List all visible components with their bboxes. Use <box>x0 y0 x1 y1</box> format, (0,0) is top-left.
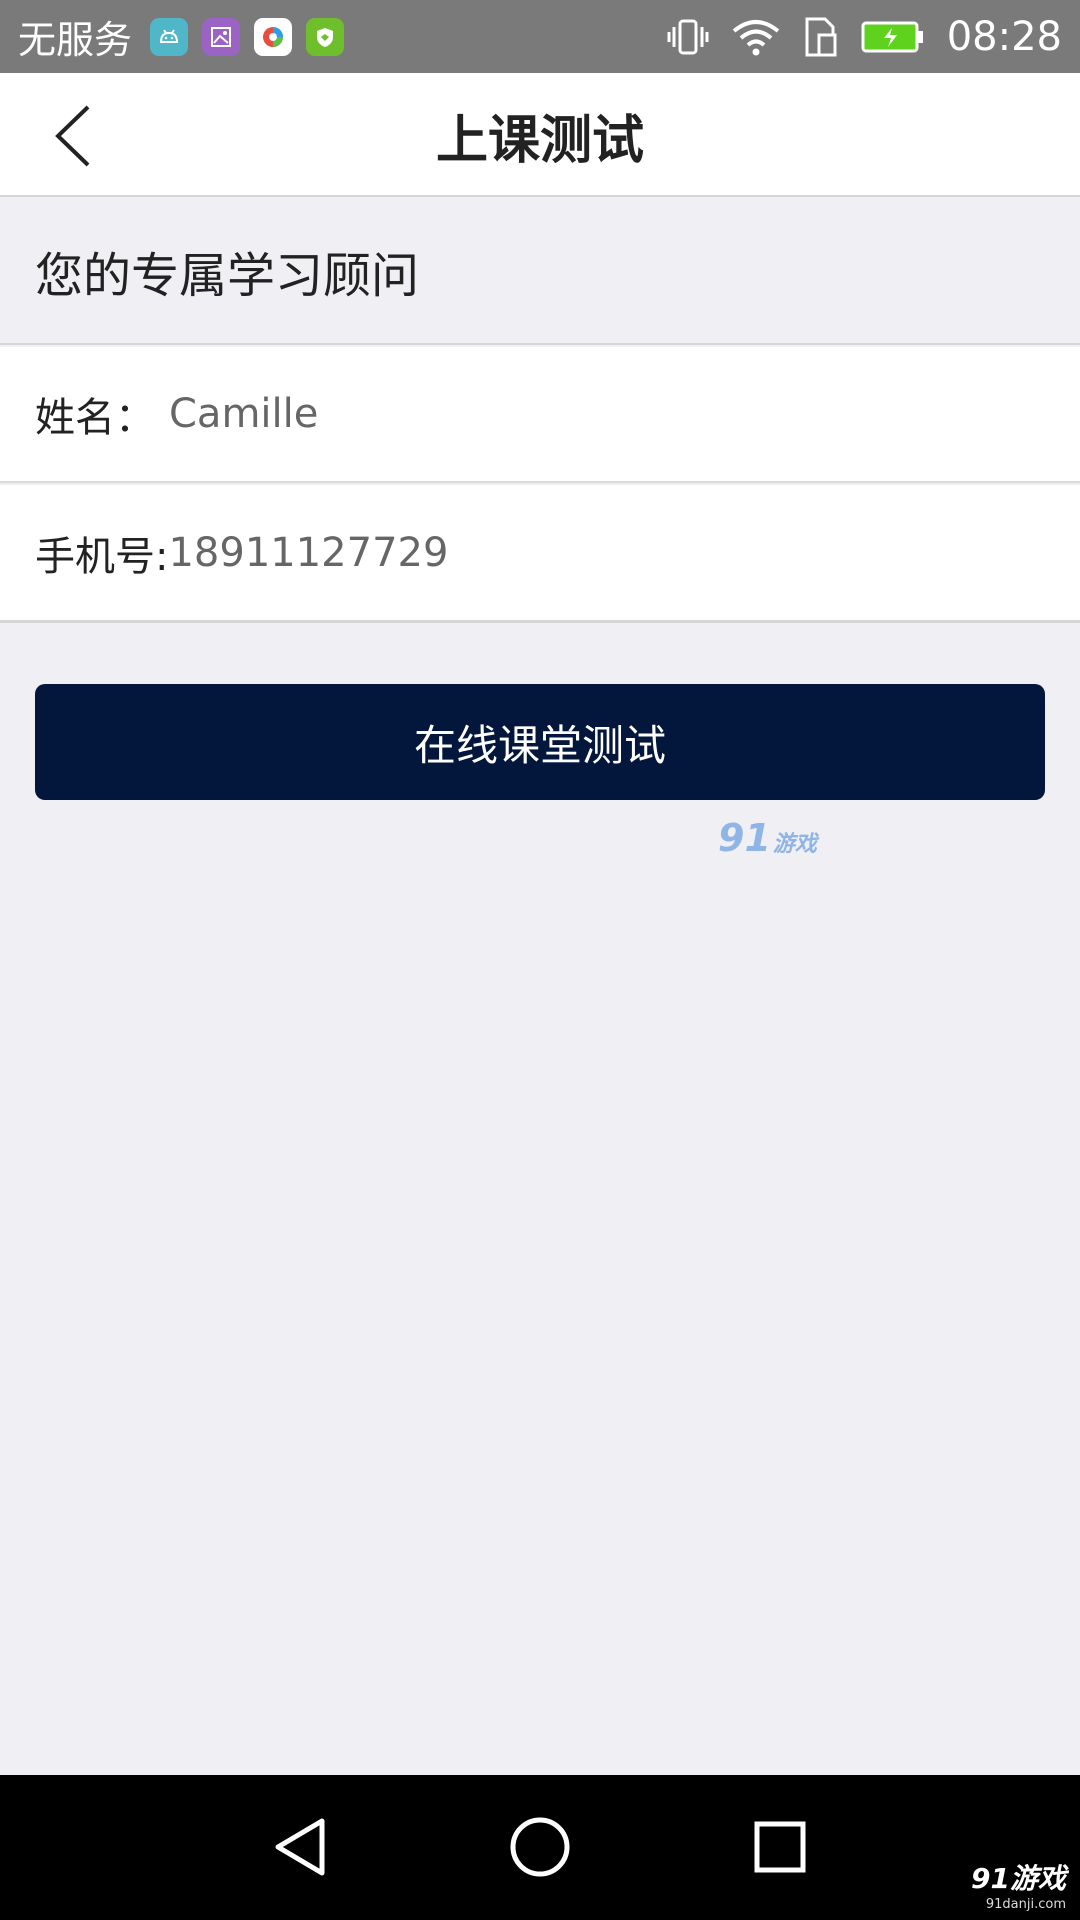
battery-icon <box>861 21 925 53</box>
app-bar: 上课测试 <box>0 73 1080 197</box>
status-right: 08:28 <box>667 14 1062 60</box>
gallery-icon <box>202 17 241 56</box>
name-value: Camille <box>169 391 319 437</box>
watermark-number: 91 <box>718 816 771 860</box>
phone-label: 手机号: <box>35 533 169 580</box>
shield-icon <box>306 17 345 56</box>
carrier-text: 无服务 <box>18 18 133 62</box>
watermark-text: 游戏 <box>772 832 817 857</box>
wifi-icon <box>731 17 781 57</box>
watermark-logo: 91 游戏 <box>718 816 817 860</box>
app-icon <box>254 17 293 56</box>
advisor-phone-row: 手机号: 18911127729 <box>0 485 1080 623</box>
online-class-test-button[interactable]: 在线课堂测试 <box>35 684 1045 800</box>
nav-recent-icon <box>754 1821 806 1873</box>
system-nav-bar: 91游戏 91danji.com <box>0 1775 1080 1920</box>
name-label: 姓名： <box>35 395 155 441</box>
status-left: 无服务 <box>18 9 345 64</box>
phone-value[interactable]: 18911127729 <box>168 530 448 576</box>
nav-back-button[interactable] <box>250 1797 350 1897</box>
page-title: 上课测试 <box>435 110 644 171</box>
clock: 08:28 <box>946 13 1062 60</box>
back-button[interactable] <box>30 91 120 181</box>
nav-home-icon <box>510 1817 570 1877</box>
status-bar: 无服务 08:28 <box>0 0 1080 73</box>
corner-watermark-sub: 91danji.com <box>985 1897 1066 1912</box>
sim-icon <box>803 17 839 57</box>
nav-back-icon <box>275 1818 325 1876</box>
advisor-name-row: 姓名： Camille <box>0 347 1080 483</box>
vibrate-icon <box>667 17 709 57</box>
corner-watermark-main: 91游戏 <box>971 1862 1066 1895</box>
back-chevron-icon <box>55 105 90 167</box>
advisor-section-title: 您的专属学习顾问 <box>0 199 1080 345</box>
corner-watermark: 91游戏 91danji.com <box>971 1857 1066 1912</box>
nav-recent-button[interactable] <box>730 1797 830 1897</box>
android-icon <box>150 17 189 56</box>
nav-home-button[interactable] <box>490 1797 590 1897</box>
